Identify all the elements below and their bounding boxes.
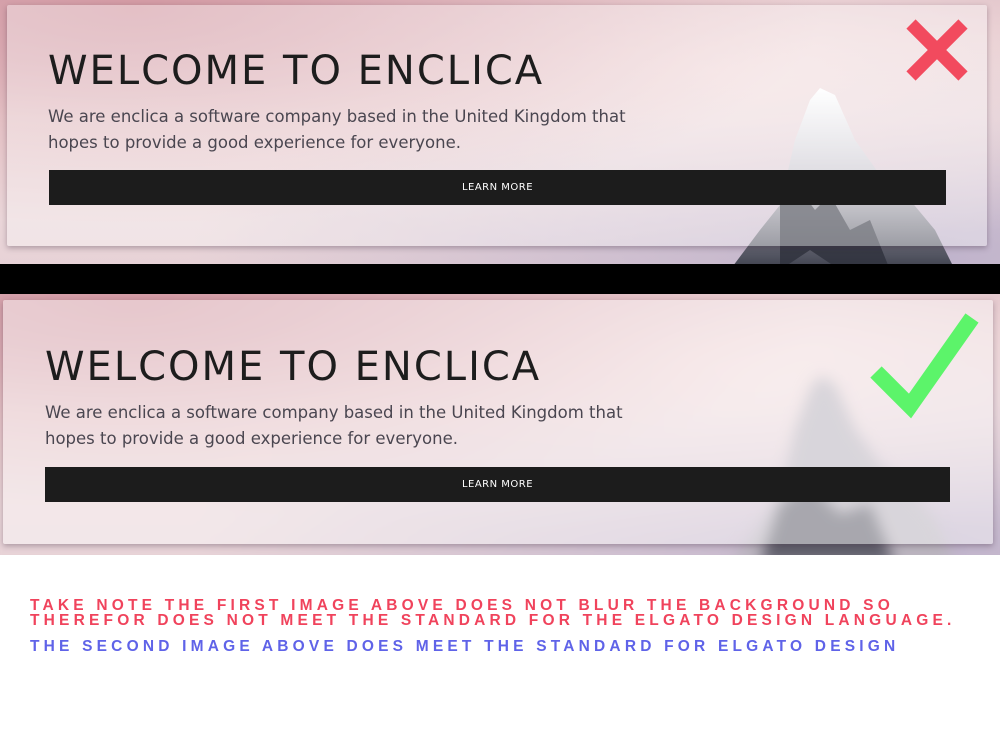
unblurred-example: WELCOME TO ENCLICA We are enclica a soft… xyxy=(0,0,1000,264)
blurred-example: WELCOME TO ENCLICA We are enclica a soft… xyxy=(0,294,1000,555)
hero-title: WELCOME TO ENCLICA xyxy=(48,48,545,94)
cross-icon xyxy=(906,19,968,81)
hero-title: WELCOME TO ENCLICA xyxy=(45,344,542,390)
checkmark-icon xyxy=(870,313,979,419)
divider-bar xyxy=(0,264,1000,294)
pass-note: THE SECOND IMAGE ABOVE DOES MEET THE STA… xyxy=(30,638,900,655)
hero-description: We are enclica a software company based … xyxy=(48,107,626,152)
fail-note: TAKE NOTE THE FIRST IMAGE ABOVE DOES NOT… xyxy=(30,597,956,629)
hero-description: We are enclica a software company based … xyxy=(45,403,623,448)
learn-more-button[interactable]: LEARN MORE xyxy=(45,467,950,502)
learn-more-button[interactable]: LEARN MORE xyxy=(49,170,946,205)
